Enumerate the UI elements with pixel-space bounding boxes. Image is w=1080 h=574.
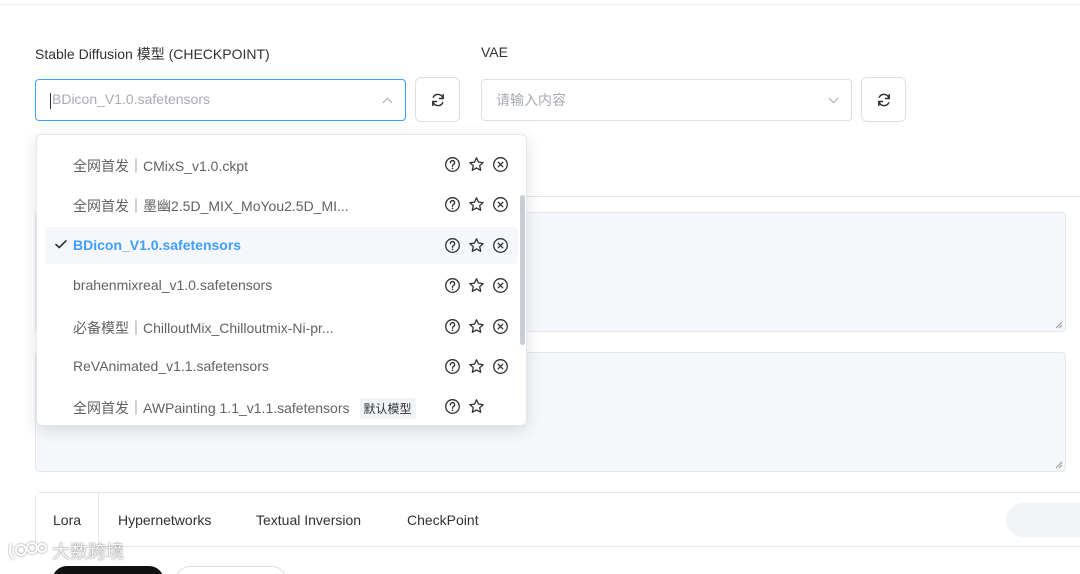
vae-select[interactable]: 请输入内容 (481, 79, 852, 121)
option-actions (444, 358, 509, 375)
dropdown-option[interactable]: 全网首发｜AWPainting 1.1_v1.1.safetensors 默认模型 (45, 388, 518, 425)
default-model-tag: 默认模型 (359, 398, 416, 420)
tab-checkpoint[interactable]: CheckPoint (407, 493, 479, 548)
dropdown-option-text: 必备模型｜ChilloutMix_Chilloutmix-Ni-pr... (73, 319, 334, 336)
star-icon[interactable] (468, 277, 485, 294)
dropdown-option-label: 全网首发｜AWPainting 1.1_v1.1.safetensors 默认模型 (73, 398, 416, 420)
dropdown-option-label: 必备模型｜ChilloutMix_Chilloutmix-Ni-pr... (73, 318, 334, 338)
tab-textual-inversion[interactable]: Textual Inversion (256, 493, 361, 548)
tabs-search-input[interactable] (1006, 503, 1080, 537)
option-actions (444, 156, 509, 173)
option-actions (444, 237, 509, 254)
star-icon[interactable] (468, 196, 485, 213)
top-divider (0, 4, 1080, 5)
model-field-label: Stable Diffusion 模型 (CHECKPOINT) (35, 46, 270, 62)
secondary-pill-button[interactable] (175, 566, 287, 574)
help-icon[interactable] (444, 237, 461, 254)
tabs-underline (101, 546, 1080, 547)
help-icon[interactable] (444, 358, 461, 375)
dropdown-option-text: ReVAnimated_v1.1.safetensors (73, 358, 269, 374)
star-icon[interactable] (468, 237, 485, 254)
help-icon[interactable] (444, 318, 461, 335)
dropdown-scrollbar-thumb[interactable] (520, 195, 525, 345)
model-select[interactable]: BDicon_V1.0.safetensors (35, 79, 406, 121)
dropdown-option[interactable]: 全网首发｜墨幽2.5D_MIX_MoYou2.5D_MI... (45, 186, 518, 223)
tab-hypernetworks[interactable]: Hypernetworks (118, 493, 211, 548)
star-icon[interactable] (468, 398, 485, 415)
option-actions (444, 318, 509, 335)
dropdown-option-label: BDicon_V1.0.safetensors (73, 237, 241, 253)
close-circle-icon[interactable] (492, 358, 509, 375)
watermark-logo-icon (9, 542, 47, 560)
vae-refresh-button[interactable] (861, 77, 906, 122)
help-icon[interactable] (444, 277, 461, 294)
model-dropdown: 全网首发｜CMixS_v1.0.ckpt 全网首发｜墨幽2.5D_MIX_MoYo… (36, 134, 527, 426)
dropdown-option[interactable]: ReVAnimated_v1.1.safetensors (45, 348, 518, 385)
dropdown-scrollbar[interactable] (520, 135, 526, 425)
dropdown-option-label: ReVAnimated_v1.1.safetensors (73, 358, 269, 374)
model-select-text: BDicon_V1.0.safetensors (52, 91, 210, 108)
tabs-bar: Lora Hypernetworks Textual Inversion Che… (35, 492, 1080, 548)
dropdown-option-text: 全网首发｜AWPainting 1.1_v1.1.safetensors (73, 400, 350, 417)
help-icon[interactable] (444, 398, 461, 415)
close-circle-icon[interactable] (492, 237, 509, 254)
star-icon[interactable] (468, 318, 485, 335)
dropdown-option-text: BDicon_V1.0.safetensors (73, 236, 242, 253)
help-icon[interactable] (444, 156, 461, 173)
help-icon[interactable] (444, 196, 461, 213)
section-divider (527, 196, 1080, 197)
dropdown-option[interactable]: BDicon_V1.0.safetensors (45, 226, 518, 264)
chevron-up-icon (382, 97, 393, 107)
vae-select-placeholder: 请输入内容 (496, 92, 566, 108)
refresh-icon (431, 93, 444, 106)
close-circle-icon[interactable] (492, 277, 509, 294)
page: Stable Diffusion 模型 (CHECKPOINT) VAE BDi… (0, 0, 1080, 574)
dropdown-option-label: 全网首发｜CMixS_v1.0.ckpt (73, 156, 248, 176)
primary-pill-button[interactable] (52, 566, 164, 574)
star-icon[interactable] (468, 156, 485, 173)
model-select-value[interactable]: BDicon_V1.0.safetensors (50, 91, 384, 109)
dropdown-option[interactable]: 必备模型｜ChilloutMix_Chilloutmix-Ni-pr... (45, 308, 518, 345)
option-actions (444, 277, 509, 294)
dropdown-option-text: brahenmixreal_v1.0.safetensors (73, 277, 273, 294)
dropdown-option-label: brahenmixreal_v1.0.safetensors (73, 277, 272, 293)
refresh-icon (877, 93, 890, 106)
dropdown-option[interactable]: brahenmixreal_v1.0.safetensors (45, 267, 518, 304)
dropdown-option[interactable]: 全网首发｜CMixS_v1.0.ckpt (45, 146, 518, 183)
close-circle-icon[interactable] (492, 196, 509, 213)
dropdown-option-text: 全网首发｜墨幽2.5D_MIX_MoYou2.5D_MI... (73, 198, 349, 215)
text-cursor (50, 92, 51, 109)
dropdown-option-text: 全网首发｜CMixS_v1.0.ckpt (73, 158, 249, 174)
dropdown-option-label: 全网首发｜墨幽2.5D_MIX_MoYou2.5D_MI... (73, 196, 349, 216)
resize-handle-icon[interactable] (1054, 460, 1063, 469)
close-circle-icon[interactable] (492, 156, 509, 173)
model-refresh-button[interactable] (415, 77, 460, 122)
watermark: 大数跨境 (8, 538, 124, 564)
vae-field-label: VAE (481, 44, 508, 60)
star-icon[interactable] (468, 358, 485, 375)
chevron-down-icon (828, 93, 839, 103)
check-icon (55, 239, 67, 249)
option-actions (444, 196, 509, 213)
option-actions (444, 398, 485, 415)
resize-handle-icon[interactable] (1054, 320, 1063, 329)
watermark-text: 大数跨境 (52, 542, 124, 562)
close-circle-icon[interactable] (492, 318, 509, 335)
